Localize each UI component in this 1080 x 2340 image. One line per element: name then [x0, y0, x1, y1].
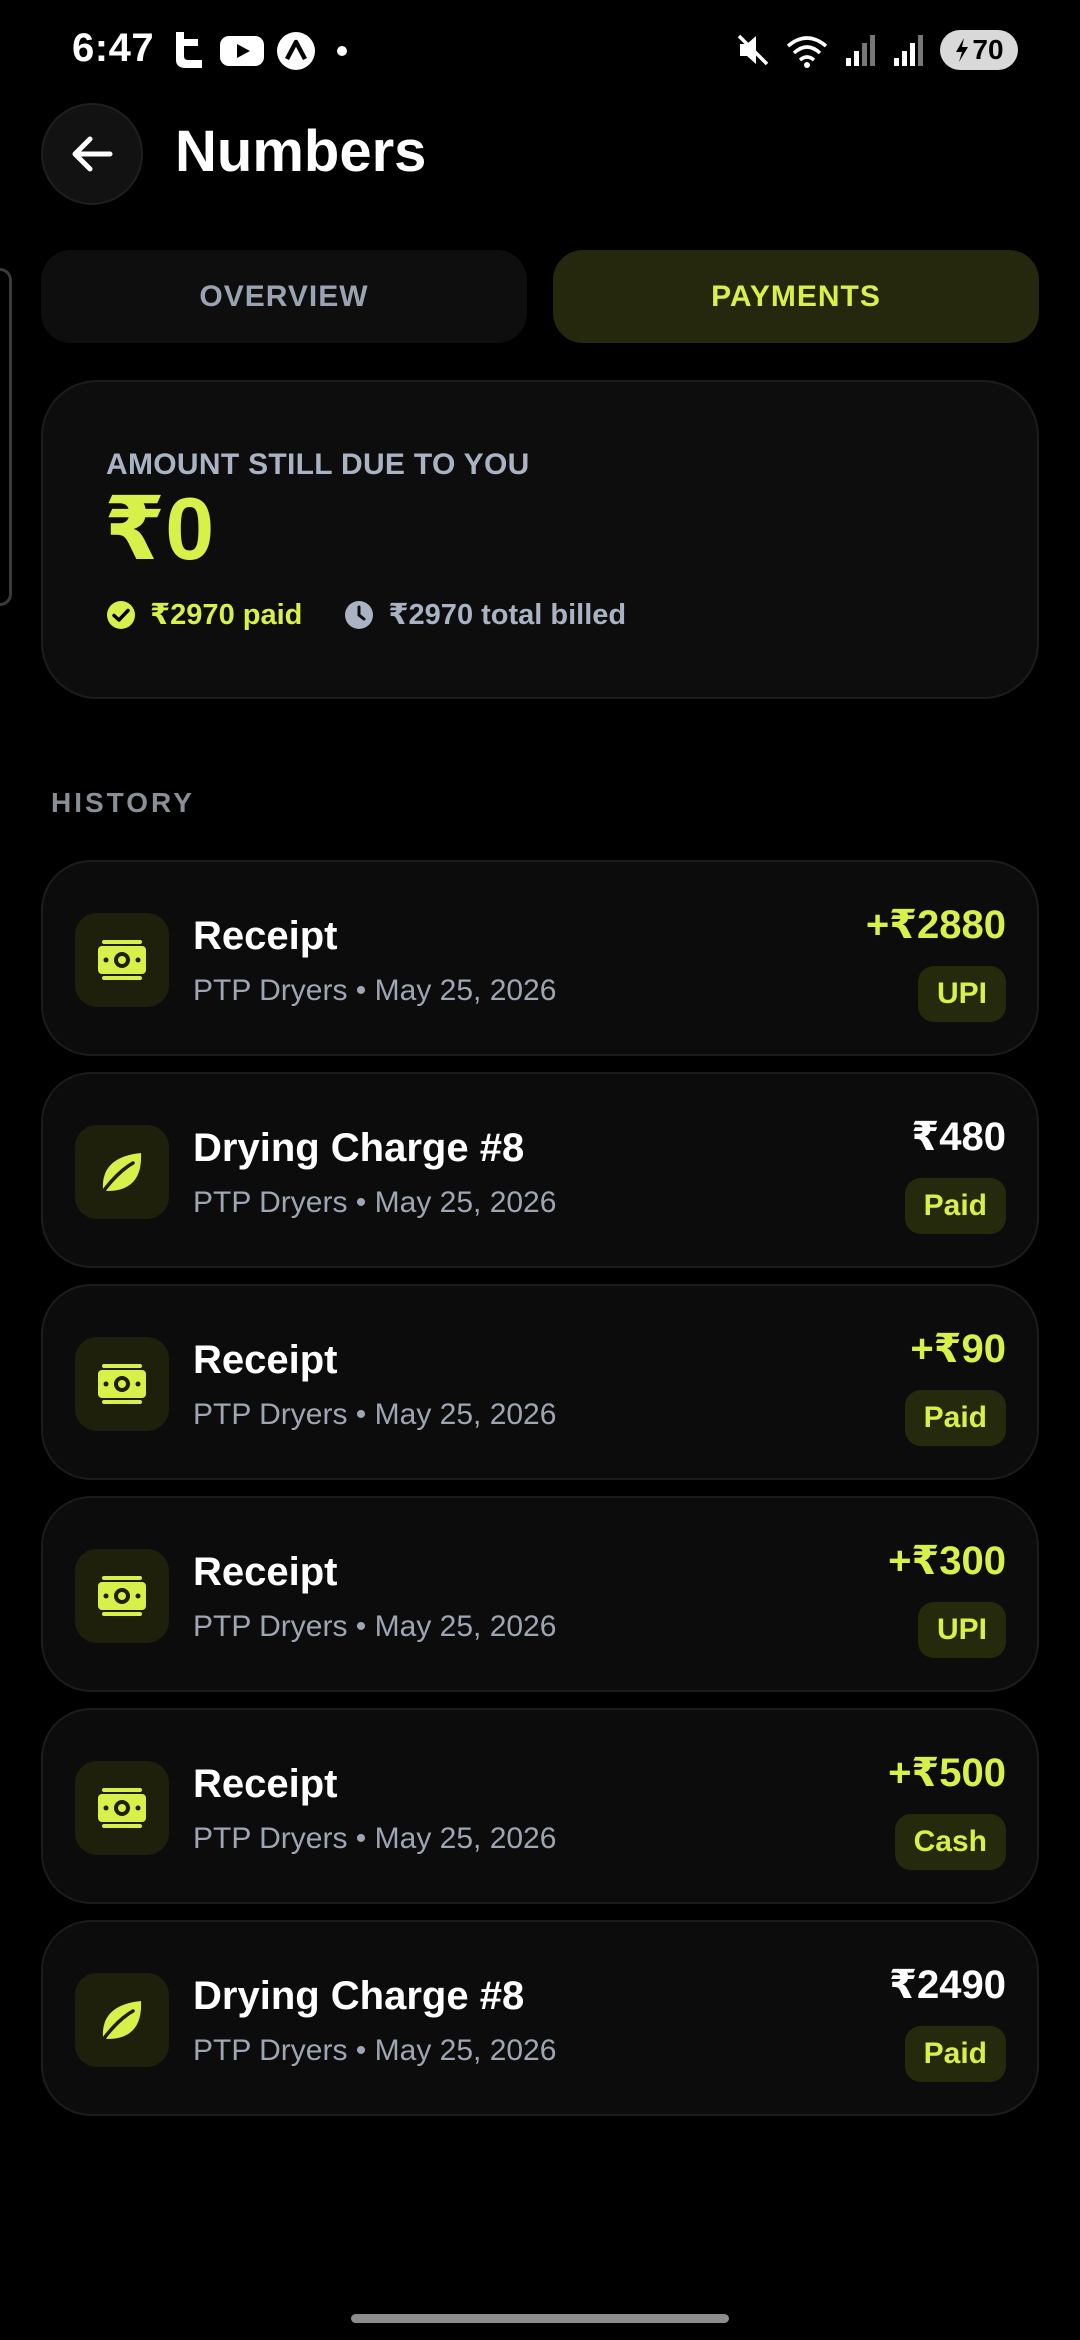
item-amount: ₹480	[911, 1115, 1006, 1159]
billed-summary: ₹2970 total billed	[344, 597, 626, 632]
history-item[interactable]: Receipt PTP Dryers • May 25, 2026 +₹300 …	[41, 1496, 1039, 1692]
status-badge: UPI	[917, 966, 1006, 1022]
item-title: Drying Charge #8	[193, 1126, 525, 1170]
edge-panel-handle[interactable]	[0, 268, 12, 606]
billed-amount-text: ₹2970 total billed	[388, 599, 627, 631]
paid-amount-text: ₹2970 paid	[150, 599, 303, 631]
amount-due-card: AMOUNT STILL DUE TO YOU ₹0 ₹2970 paid ₹2…	[41, 380, 1039, 699]
status-time: 6:47	[72, 26, 155, 70]
battery-level: 70	[972, 34, 1004, 65]
item-subtitle: PTP Dryers • May 25, 2026	[193, 1398, 557, 1431]
amount-due-value: ₹0	[104, 479, 215, 578]
signal-icon	[846, 35, 875, 66]
money-icon	[75, 1549, 169, 1643]
item-title: Drying Charge #8	[193, 1974, 525, 2018]
home-indicator[interactable]	[351, 2314, 729, 2323]
item-title: Receipt	[193, 914, 338, 958]
check-circle-icon	[107, 600, 135, 629]
youtube-icon	[220, 36, 264, 66]
status-badge: Paid	[904, 1390, 1006, 1446]
item-amount: +₹2880	[865, 903, 1006, 947]
money-icon	[75, 913, 169, 1007]
dot-icon	[337, 46, 347, 56]
item-title: Receipt	[193, 1762, 338, 1806]
summary-meta: ₹2970 paid ₹2970 total billed	[106, 597, 626, 632]
item-amount: +₹300	[888, 1539, 1006, 1583]
charging-icon	[956, 38, 969, 62]
item-subtitle: PTP Dryers • May 25, 2026	[193, 2034, 557, 2067]
item-amount: +₹90	[910, 1327, 1006, 1371]
signal-icon	[894, 35, 923, 66]
amount-due-label: AMOUNT STILL DUE TO YOU	[106, 448, 530, 481]
wifi-icon	[786, 36, 828, 68]
item-title: Receipt	[193, 1550, 338, 1594]
clock-icon	[345, 600, 374, 629]
status-badge: Paid	[904, 1178, 1006, 1234]
paid-summary: ₹2970 paid	[106, 597, 302, 632]
history-item[interactable]: Drying Charge #8 PTP Dryers • May 25, 20…	[41, 1920, 1039, 2116]
item-amount: ₹2490	[889, 1963, 1006, 2007]
status-app-icons	[168, 30, 350, 72]
history-item[interactable]: Drying Charge #8 PTP Dryers • May 25, 20…	[41, 1072, 1039, 1268]
item-subtitle: PTP Dryers • May 25, 2026	[193, 1610, 557, 1643]
status-badge: UPI	[917, 1602, 1006, 1658]
money-icon	[75, 1337, 169, 1431]
tab-overview[interactable]: OVERVIEW	[41, 250, 527, 343]
item-amount: +₹500	[888, 1751, 1006, 1795]
tab-payments[interactable]: PAYMENTS	[553, 250, 1039, 343]
money-icon	[75, 1761, 169, 1855]
history-item[interactable]: Receipt PTP Dryers • May 25, 2026 +₹500 …	[41, 1708, 1039, 1904]
history-item[interactable]: Receipt PTP Dryers • May 25, 2026 +₹90 P…	[41, 1284, 1039, 1480]
status-badge: Cash	[894, 1814, 1006, 1870]
item-subtitle: PTP Dryers • May 25, 2026	[193, 974, 557, 1007]
status-indicators: 70	[736, 30, 1018, 70]
status-badge: Paid	[904, 2026, 1006, 2082]
mute-icon	[737, 34, 769, 66]
leaf-icon	[75, 1973, 169, 2067]
t-app-icon	[176, 32, 202, 68]
history-heading: HISTORY	[51, 787, 195, 818]
arrow-left-icon	[72, 136, 113, 172]
item-subtitle: PTP Dryers • May 25, 2026	[193, 1186, 557, 1219]
battery-icon: 70	[940, 30, 1018, 70]
item-subtitle: PTP Dryers • May 25, 2026	[193, 1822, 557, 1855]
leaf-icon	[75, 1125, 169, 1219]
history-item[interactable]: Receipt PTP Dryers • May 25, 2026 +₹2880…	[41, 860, 1039, 1056]
item-title: Receipt	[193, 1338, 338, 1382]
back-button[interactable]	[41, 103, 143, 205]
status-bar: 6:47 70	[0, 0, 1080, 104]
app-icon	[277, 32, 315, 70]
page-title: Numbers	[175, 119, 427, 184]
